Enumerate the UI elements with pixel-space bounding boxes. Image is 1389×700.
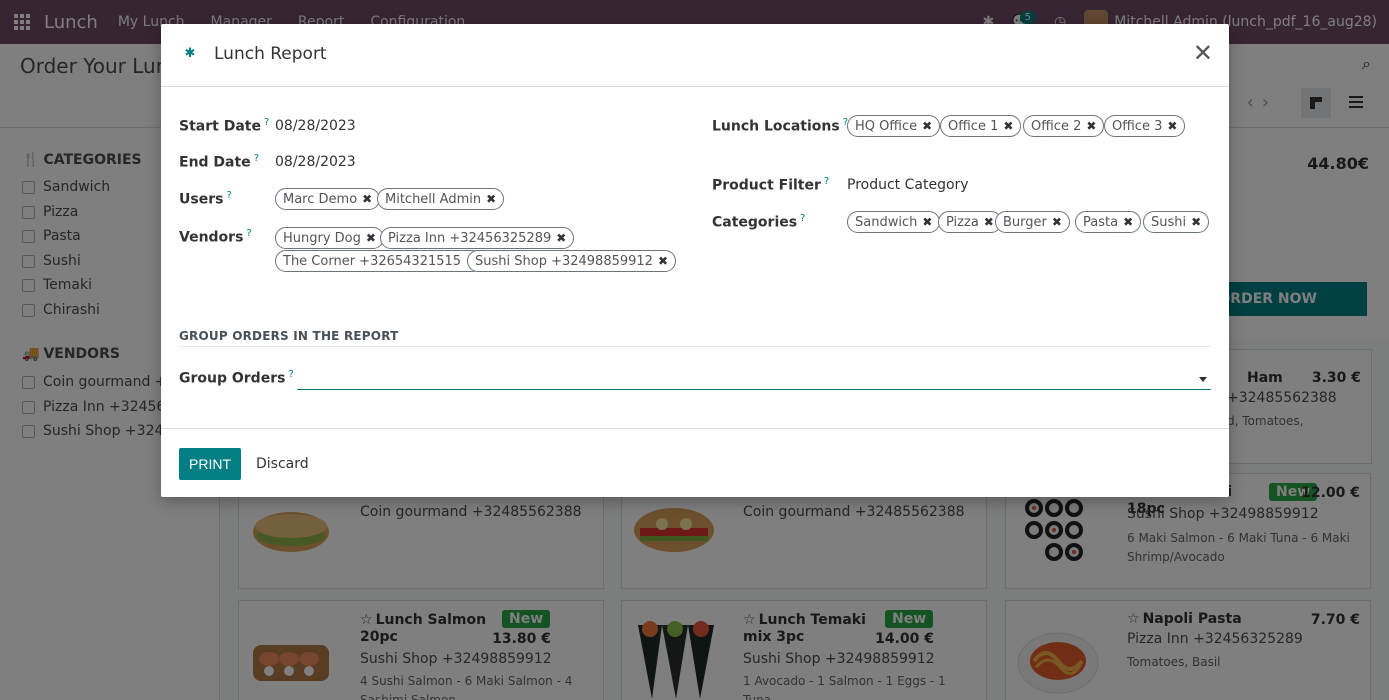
remove-tag-icon[interactable]: ✖ <box>556 231 566 245</box>
help-icon[interactable]: ? <box>226 190 231 201</box>
remove-tag-icon[interactable]: ✖ <box>1191 215 1201 229</box>
remove-tag-icon[interactable]: ✖ <box>486 192 496 206</box>
group-orders-section-title: GROUP ORDERS IN THE REPORT <box>179 329 399 343</box>
remove-tag-icon[interactable]: ✖ <box>658 254 668 268</box>
vendor-tag: Pizza Inn +32456325289 ✖ <box>380 227 575 249</box>
remove-tag-icon[interactable]: ✖ <box>1123 215 1133 229</box>
remove-tag-icon[interactable]: ✖ <box>1052 215 1062 229</box>
product-filter-label: Product Filter? <box>712 176 830 194</box>
remove-tag-icon[interactable]: ✖ <box>922 119 932 133</box>
location-tag: Office 3 ✖ <box>1104 115 1186 137</box>
lunch-locations-label: Lunch Locations? <box>712 117 849 135</box>
lunch-report-dialog: ✱ Lunch Report ✕ Start Date? 08/28/2023 … <box>161 24 1229 497</box>
discard-button[interactable]: Discard <box>256 456 309 472</box>
remove-tag-icon[interactable]: ✖ <box>922 215 932 229</box>
caret-down-icon[interactable] <box>1199 377 1207 382</box>
location-tag: HQ Office ✖ <box>847 115 941 137</box>
end-date-label: End Date? <box>179 153 259 171</box>
location-tag: Office 2 ✖ <box>1023 115 1105 137</box>
location-tag: Office 1 ✖ <box>940 115 1022 137</box>
section-divider <box>179 346 1210 347</box>
help-icon[interactable]: ? <box>246 228 251 239</box>
remove-tag-icon[interactable]: ✖ <box>1003 119 1013 133</box>
remove-tag-icon[interactable]: ✖ <box>1086 119 1096 133</box>
bug-icon[interactable]: ✱ <box>183 47 197 61</box>
categories-label: Categories? <box>712 213 806 231</box>
remove-tag-icon[interactable]: ✖ <box>1167 119 1177 133</box>
start-date-label: Start Date? <box>179 117 270 135</box>
print-button[interactable]: PRINT <box>179 448 241 480</box>
vendors-label: Vendors? <box>179 228 252 246</box>
help-icon[interactable]: ? <box>254 153 259 164</box>
category-tag: Sandwich ✖ <box>847 211 941 233</box>
help-icon[interactable]: ? <box>800 213 805 224</box>
vendor-tag: The Corner +32654321515✖ <box>275 250 485 272</box>
group-orders-label: Group Orders? <box>179 369 294 387</box>
user-tag: Mitchell Admin ✖ <box>377 188 505 210</box>
help-icon[interactable]: ? <box>264 117 269 128</box>
remove-tag-icon[interactable]: ✖ <box>984 215 994 229</box>
vendor-tag: Sushi Shop +32498859912 ✖ <box>467 250 677 272</box>
dialog-footer: PRINT Discard <box>161 428 1229 497</box>
product-filter-field[interactable]: Product Category <box>847 177 969 193</box>
group-orders-select[interactable] <box>297 367 1211 390</box>
users-label: Users? <box>179 190 232 208</box>
help-icon[interactable]: ? <box>824 176 829 187</box>
category-tag: Pasta ✖ <box>1075 211 1142 233</box>
remove-tag-icon[interactable]: ✖ <box>366 231 376 245</box>
remove-tag-icon[interactable]: ✖ <box>362 192 372 206</box>
category-tag: Pizza ✖ <box>938 211 1002 233</box>
dialog-title: Lunch Report <box>214 44 327 64</box>
close-icon[interactable]: ✕ <box>1193 41 1213 65</box>
help-icon[interactable]: ? <box>288 369 293 380</box>
end-date-field[interactable]: 08/28/2023 <box>275 154 356 170</box>
dialog-header: ✱ Lunch Report ✕ <box>161 24 1229 87</box>
vendor-tag: Hungry Dog ✖ <box>275 227 384 249</box>
user-tag: Marc Demo ✖ <box>275 188 381 210</box>
start-date-field[interactable]: 08/28/2023 <box>275 118 356 134</box>
category-tag: Burger ✖ <box>995 211 1070 233</box>
category-tag: Sushi ✖ <box>1143 211 1210 233</box>
